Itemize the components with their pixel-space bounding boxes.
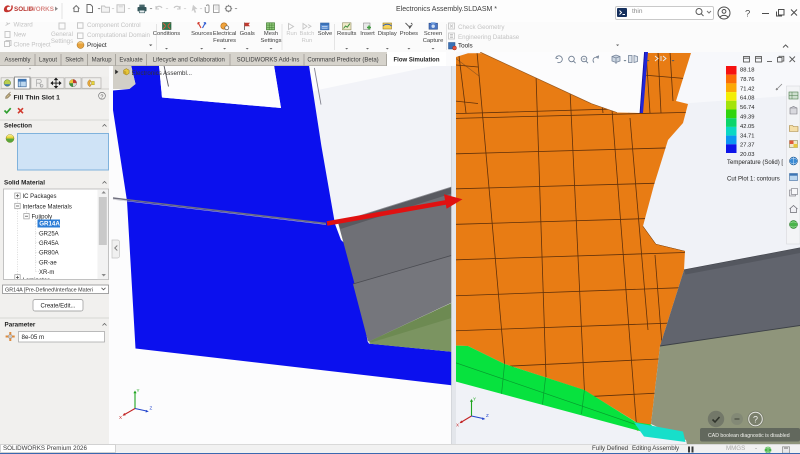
svg-text:X: X	[119, 415, 122, 420]
svg-text:Run: Run	[302, 38, 313, 44]
svg-text:Lifecycle and Collaboration: Lifecycle and Collaboration	[153, 58, 225, 64]
svg-text:Batch: Batch	[299, 31, 314, 37]
svg-text:Goals: Goals	[240, 31, 255, 37]
svg-text:Electrical: Electrical	[213, 31, 237, 37]
svg-text:Wizard: Wizard	[14, 22, 34, 29]
svg-text:Conditions: Conditions	[153, 31, 180, 37]
svg-text:Clone Project: Clone Project	[14, 42, 51, 49]
svg-text:Evaluate: Evaluate	[119, 58, 143, 64]
svg-text:49.39: 49.39	[740, 115, 755, 121]
svg-text:64.08: 64.08	[740, 96, 755, 102]
svg-text:8e-05 m: 8e-05 m	[22, 334, 45, 341]
svg-text:Temperature (Solid) [: Temperature (Solid) [	[727, 160, 783, 166]
svg-text:?: ?	[753, 415, 758, 425]
svg-text:Solve: Solve	[318, 31, 333, 37]
svg-text:GR45A: GR45A	[39, 241, 59, 247]
svg-text:X: X	[456, 423, 459, 428]
svg-text:56.74: 56.74	[740, 105, 755, 111]
svg-text:Y: Y	[137, 388, 140, 393]
svg-text:Flow Simulation: Flow Simulation	[394, 58, 440, 64]
svg-text:Solid Material: Solid Material	[4, 180, 45, 187]
svg-text:Electronics Assembl...: Electronics Assembl...	[132, 70, 193, 77]
svg-text:27.37: 27.37	[740, 143, 755, 149]
svg-text:Settings: Settings	[51, 38, 73, 45]
svg-text:Command Predictor (Beta): Command Predictor (Beta)	[307, 58, 378, 64]
svg-text:Assembly: Assembly	[4, 58, 30, 64]
svg-text:Display: Display	[378, 31, 397, 37]
svg-text:71.42: 71.42	[740, 86, 755, 92]
svg-text:Insert: Insert	[360, 31, 375, 37]
svg-text:Tools: Tools	[458, 42, 473, 49]
svg-text:Screen: Screen	[424, 31, 442, 37]
svg-text:Check Geometry: Check Geometry	[458, 24, 505, 31]
svg-text:Cut Plot 1: contours: Cut Plot 1: contours	[727, 177, 780, 183]
svg-text:New: New	[14, 32, 27, 39]
svg-text:Mesh: Mesh	[264, 31, 278, 37]
svg-text:Create/Edit...: Create/Edit...	[40, 303, 75, 309]
svg-text:GR14A: GR14A	[39, 221, 60, 228]
svg-text:GR25A: GR25A	[39, 231, 59, 237]
svg-text:Project: Project	[87, 42, 107, 49]
svg-text:20.03: 20.03	[740, 152, 755, 158]
svg-text:78.76: 78.76	[740, 77, 755, 83]
svg-text:CAD boolean diagnostic is disa: CAD boolean diagnostic is disabled	[708, 433, 790, 439]
svg-text:SOLIDWORKS Add-Ins: SOLIDWORKS Add-Ins	[237, 58, 300, 64]
svg-text:Component Control: Component Control	[87, 22, 141, 29]
svg-text:Sources: Sources	[191, 31, 212, 37]
svg-text:Results: Results	[337, 31, 356, 37]
svg-text:Selection: Selection	[4, 123, 32, 130]
svg-text:GR-ae: GR-ae	[39, 260, 57, 266]
svg-text:42.05: 42.05	[740, 124, 755, 130]
svg-text:GR14A [Pre-Defined\Interface M: GR14A [Pre-Defined\Interface Materi	[5, 287, 93, 293]
svg-text:?: ?	[100, 94, 103, 100]
svg-text:?: ?	[745, 9, 750, 20]
svg-text:Fill Thin Slot 1: Fill Thin Slot 1	[14, 95, 61, 102]
svg-text:GR80A: GR80A	[39, 251, 59, 257]
svg-text:Features: Features	[213, 38, 236, 44]
svg-text:IC Packages: IC Packages	[23, 194, 57, 200]
svg-text:Y: Y	[473, 397, 476, 402]
svg-text:Markup: Markup	[92, 58, 113, 64]
svg-text:Engineering Database: Engineering Database	[458, 34, 520, 41]
svg-text:34.71: 34.71	[740, 133, 755, 139]
svg-text:Laminates: Laminates	[23, 278, 51, 284]
svg-text:88.18: 88.18	[740, 68, 755, 74]
svg-text:Run: Run	[286, 31, 297, 37]
svg-text:Sketch: Sketch	[65, 58, 83, 64]
svg-text:XR-m: XR-m	[39, 270, 54, 276]
svg-text:Z: Z	[486, 413, 489, 418]
svg-text:Layout: Layout	[39, 58, 57, 64]
svg-text:General: General	[51, 31, 73, 38]
svg-text:Settings: Settings	[261, 38, 282, 44]
svg-text:Capture: Capture	[423, 38, 444, 44]
svg-text:Z: Z	[150, 406, 153, 411]
svg-text:Interface Materials: Interface Materials	[23, 204, 72, 210]
svg-text:Probes: Probes	[400, 31, 418, 37]
svg-text:Parameter: Parameter	[5, 322, 36, 329]
svg-text:WORKS: WORKS	[30, 6, 54, 13]
